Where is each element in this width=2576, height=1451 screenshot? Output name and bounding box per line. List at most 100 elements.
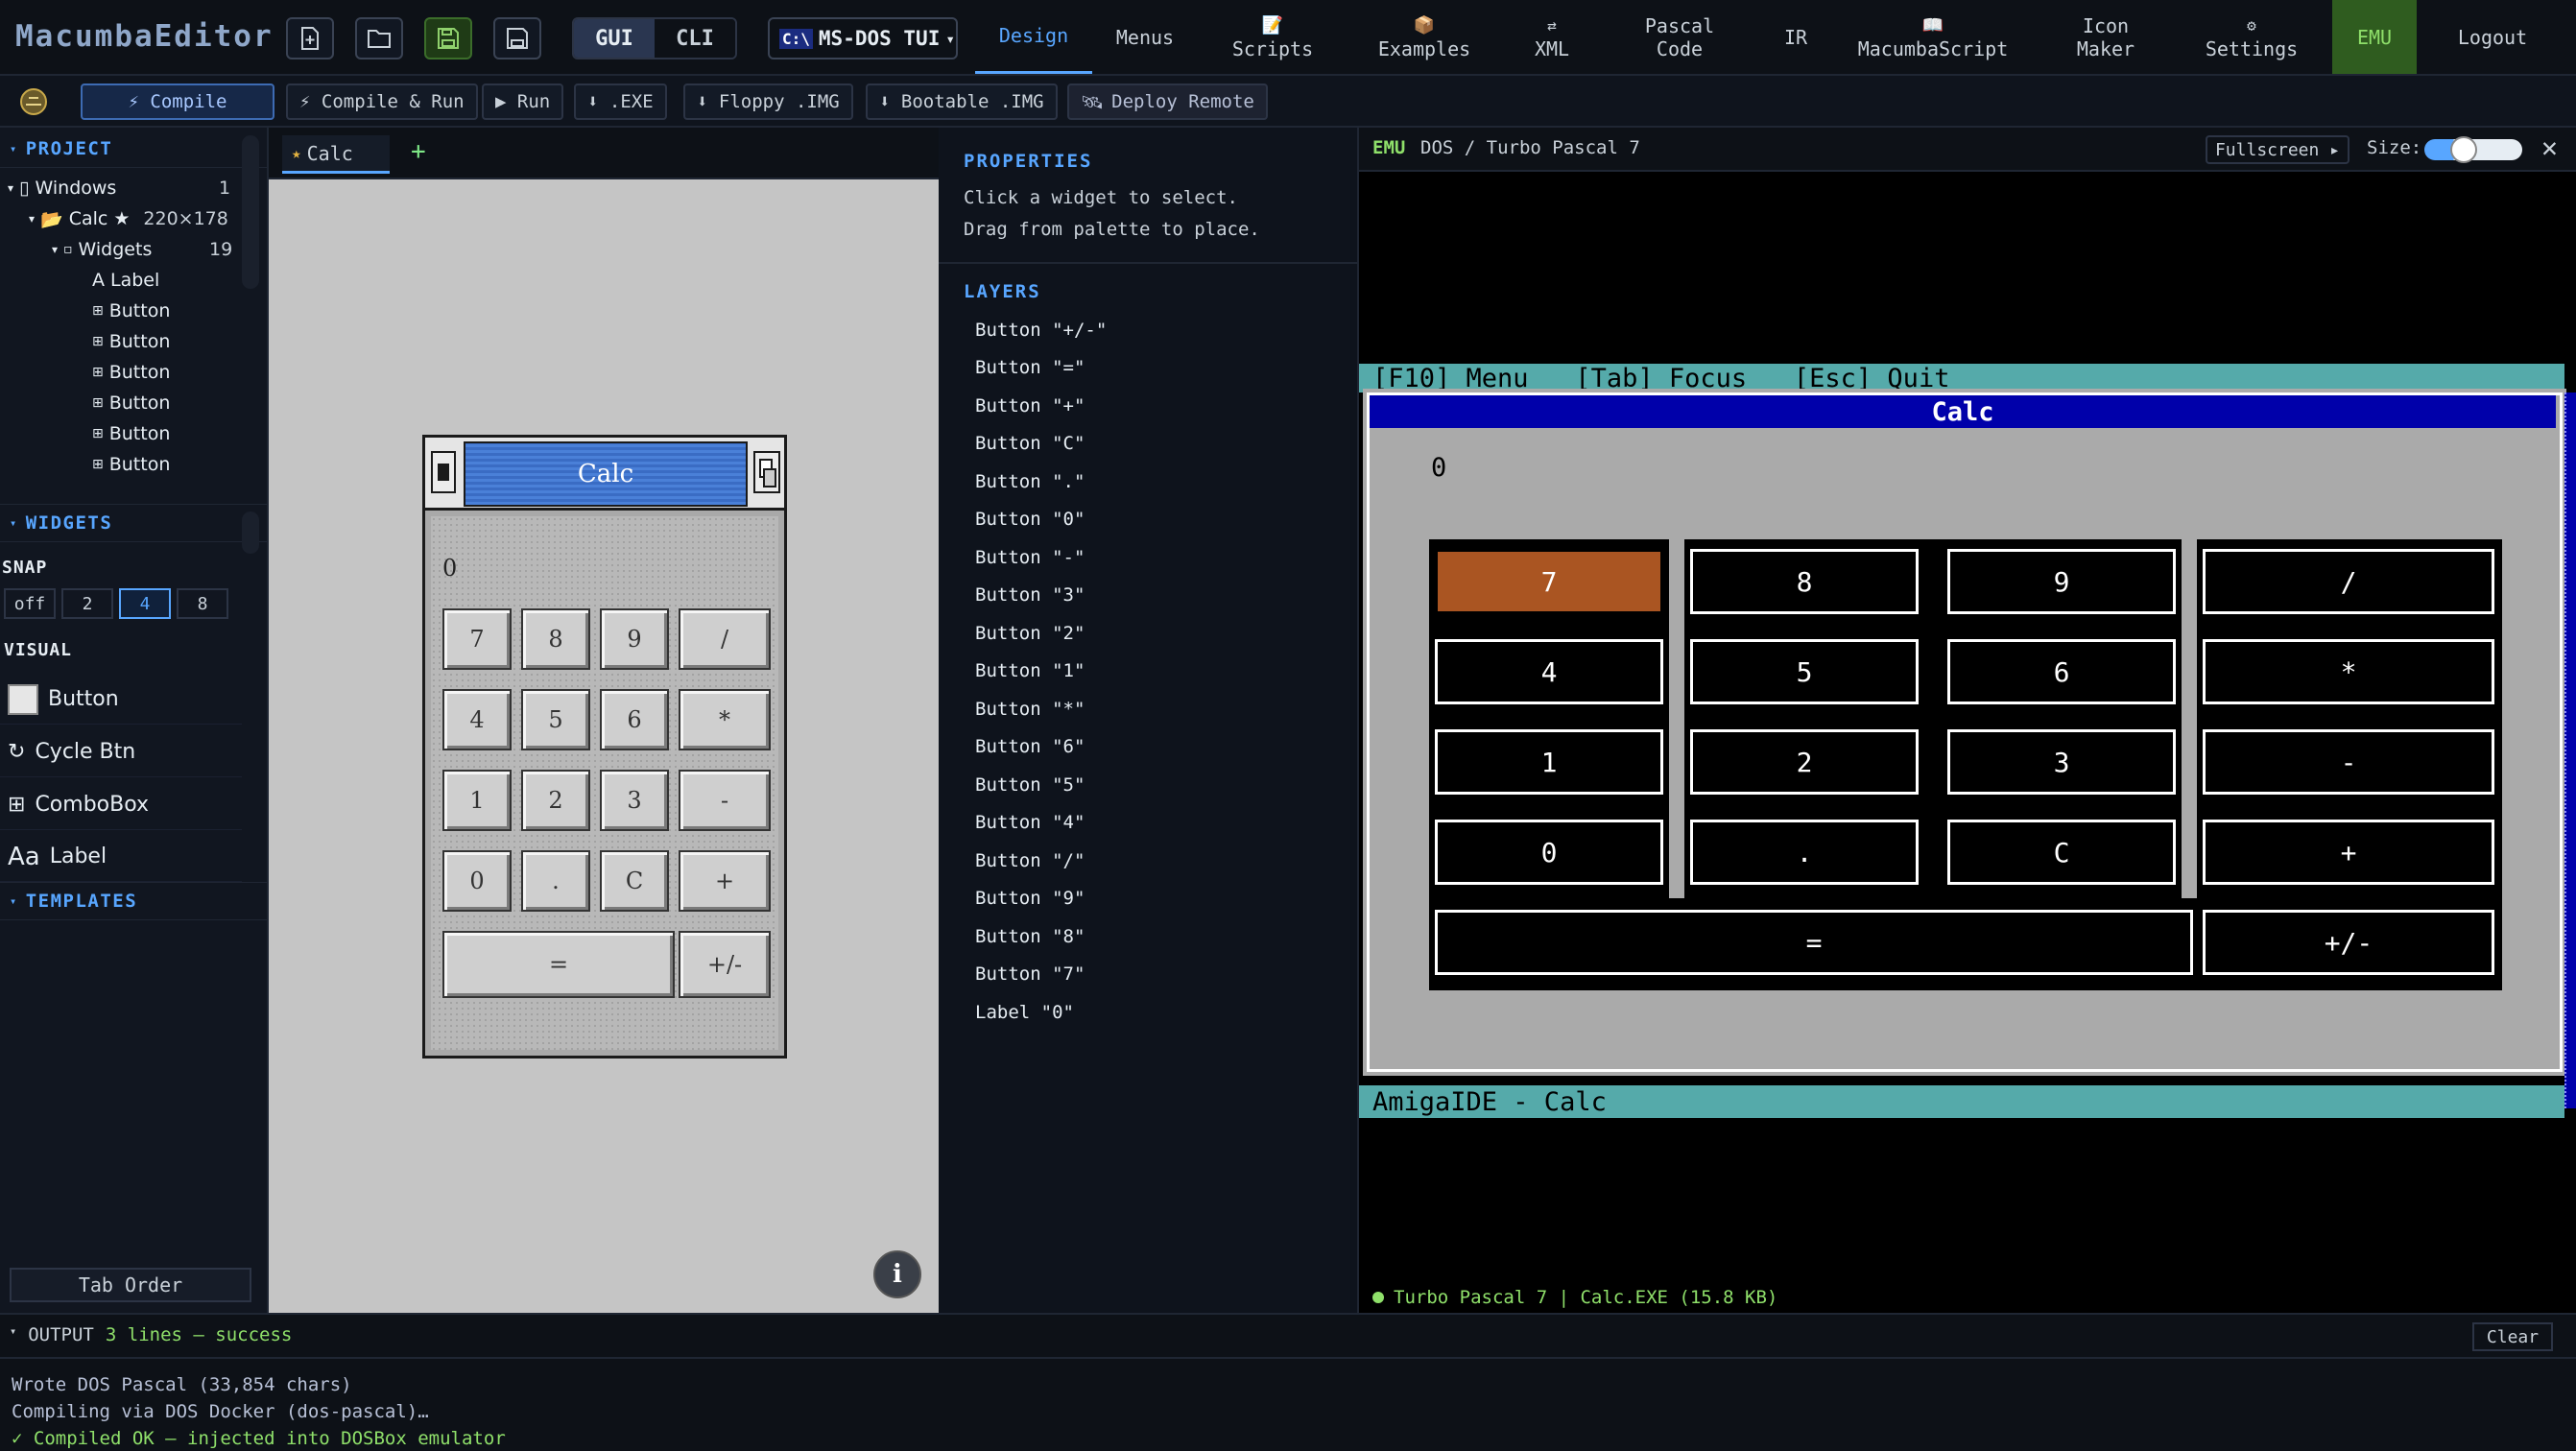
tab-examples[interactable]: 📦 Examples: [1372, 0, 1476, 74]
dos-calc-button[interactable]: .: [1690, 820, 1919, 885]
project-section-header[interactable]: ▾ PROJECT: [0, 130, 267, 168]
layer-item[interactable]: Button "=": [975, 357, 1085, 378]
tab-settings[interactable]: ⚙ Settings: [2204, 0, 2300, 74]
tab-pascal-code[interactable]: Pascal Code: [1641, 0, 1718, 74]
layer-item[interactable]: Button "1": [975, 660, 1085, 681]
calc-button[interactable]: 8: [521, 608, 590, 670]
calc-button[interactable]: 3: [600, 770, 669, 831]
dos-calc-button[interactable]: C: [1947, 820, 2176, 885]
tab-xml[interactable]: ⇄ XML: [1528, 0, 1576, 74]
layer-item[interactable]: Button "4": [975, 812, 1085, 833]
size-slider[interactable]: [2424, 136, 2522, 163]
calc-button[interactable]: 7: [442, 608, 512, 670]
widgets-section-header[interactable]: ▾ WIDGETS: [0, 504, 267, 542]
layer-item[interactable]: Button "0": [975, 509, 1085, 530]
add-tab-button[interactable]: +: [411, 137, 426, 166]
layer-item[interactable]: Button "3": [975, 584, 1085, 606]
snap-off-button[interactable]: off: [4, 588, 56, 619]
tab-ir[interactable]: IR: [1777, 0, 1814, 74]
save-button[interactable]: [424, 17, 472, 59]
tree-item[interactable]: ⊞ Button: [92, 297, 170, 325]
palette-cycle-button[interactable]: ↻ Cycle Btn: [0, 727, 242, 777]
dos-calc-button[interactable]: +/-: [2203, 910, 2494, 975]
calc-button[interactable]: +: [679, 850, 771, 912]
tab-design[interactable]: Design: [975, 0, 1092, 74]
calc-button[interactable]: 0: [442, 850, 512, 912]
calc-button[interactable]: 6: [600, 689, 669, 750]
amiga-title-bar[interactable]: Calc: [464, 441, 748, 507]
templates-section-header[interactable]: ▾ TEMPLATES: [0, 882, 267, 920]
dos-calc-button[interactable]: 3: [1947, 729, 2176, 795]
calc-button[interactable]: -: [679, 770, 771, 831]
widgets-scrollbar[interactable]: [242, 511, 259, 554]
compile-button[interactable]: ⚡ Compile: [81, 83, 274, 120]
deploy-remote-button[interactable]: 🛰 Deploy Remote: [1067, 83, 1268, 120]
layer-item[interactable]: Button "8": [975, 926, 1085, 947]
project-scrollbar[interactable]: [242, 135, 259, 289]
fullscreen-button[interactable]: Fullscreen ▸: [2206, 135, 2349, 164]
tree-item[interactable]: ⊞ Button: [92, 389, 170, 417]
layer-item[interactable]: Button "9": [975, 888, 1085, 909]
dos-calc-button[interactable]: 7: [1435, 549, 1663, 614]
palette-combobox[interactable]: ⊞ ComboBox: [0, 780, 242, 830]
dos-calc-button[interactable]: 2: [1690, 729, 1919, 795]
tree-item[interactable]: ⊞ Button: [92, 327, 170, 356]
dos-calc-button[interactable]: /: [2203, 549, 2494, 614]
layer-item[interactable]: Button "-": [975, 547, 1085, 568]
tree-calc-window[interactable]: ▾ 📂 Calc ★ 220×178: [29, 204, 228, 233]
dos-calc-button[interactable]: -: [2203, 729, 2494, 795]
calc-button[interactable]: C: [600, 850, 669, 912]
tree-item[interactable]: ⊞ Button: [92, 358, 170, 387]
new-file-button[interactable]: [286, 17, 334, 59]
layer-item[interactable]: Button "5": [975, 774, 1085, 796]
dos-calc-button[interactable]: 0: [1435, 820, 1663, 885]
run-button[interactable]: ▶ Run: [482, 83, 564, 120]
save-as-button[interactable]: [493, 17, 541, 59]
open-folder-button[interactable]: [355, 17, 403, 59]
close-icon[interactable]: ✕: [2541, 131, 2558, 163]
tab-menus[interactable]: Menus: [1104, 0, 1186, 74]
tab-emu[interactable]: EMU: [2332, 0, 2417, 74]
tree-windows[interactable]: ▾ ▯ Windows: [8, 174, 116, 202]
calc-button[interactable]: /: [679, 608, 771, 670]
clear-output-button[interactable]: Clear: [2472, 1322, 2553, 1351]
tree-item[interactable]: ⊞ Button: [92, 419, 170, 448]
tree-item[interactable]: A Label: [92, 266, 159, 295]
calc-button[interactable]: .: [521, 850, 590, 912]
snap-2-button[interactable]: 2: [61, 588, 113, 619]
dos-calc-button[interactable]: 9: [1947, 549, 2176, 614]
layer-item[interactable]: Button "+": [975, 395, 1085, 416]
dos-calc-button[interactable]: +: [2203, 820, 2494, 885]
layer-item[interactable]: Button ".": [975, 471, 1085, 492]
tab-icon-maker[interactable]: Icon Maker: [2065, 0, 2146, 74]
depth-gadget-icon[interactable]: [753, 451, 780, 493]
download-exe-button[interactable]: ⬇ .EXE: [574, 83, 667, 120]
calc-button[interactable]: 9: [600, 608, 669, 670]
calc-button[interactable]: 5: [521, 689, 590, 750]
dos-calc-button[interactable]: 4: [1435, 639, 1663, 704]
palette-button[interactable]: Button: [0, 675, 242, 725]
compile-run-button[interactable]: ⚡ Compile & Run: [286, 83, 478, 120]
dos-menubar[interactable]: [F10] Menu [Tab] Focus [Esc] Quit: [1359, 364, 2564, 393]
snap-8-button[interactable]: 8: [177, 588, 228, 619]
tab-macumbascript[interactable]: 📖 MacumbaScript: [1856, 0, 2010, 74]
cli-mode-button[interactable]: CLI: [655, 19, 735, 58]
layer-item[interactable]: Button "/": [975, 850, 1085, 871]
design-canvas[interactable]: ★ Calc + Calc 0 7 8 9 / 4 5 6 * 1 2 3 - …: [269, 128, 939, 1313]
logout-button[interactable]: Logout: [2445, 0, 2540, 74]
layer-item[interactable]: Button "*": [975, 699, 1085, 720]
download-floppy-button[interactable]: ⬇ Floppy .IMG: [683, 83, 853, 120]
calc-display-label[interactable]: 0: [442, 555, 457, 582]
layer-item[interactable]: Button "C": [975, 433, 1085, 454]
dos-calc-button[interactable]: 6: [1947, 639, 2176, 704]
dos-screen[interactable]: [F10] Menu [Tab] Focus [Esc] Quit Calc 0…: [1359, 364, 2576, 1120]
tab-scripts[interactable]: 📝 Scripts: [1221, 0, 1324, 74]
layer-item[interactable]: Button "+/-": [975, 320, 1107, 341]
calc-button[interactable]: =: [442, 931, 675, 998]
dos-calc-button[interactable]: 1: [1435, 729, 1663, 795]
dos-calc-button[interactable]: 8: [1690, 549, 1919, 614]
layer-item[interactable]: Button "6": [975, 736, 1085, 757]
calc-button[interactable]: 2: [521, 770, 590, 831]
palette-label[interactable]: Aa Label: [0, 832, 242, 882]
calc-button[interactable]: +/-: [679, 931, 771, 998]
